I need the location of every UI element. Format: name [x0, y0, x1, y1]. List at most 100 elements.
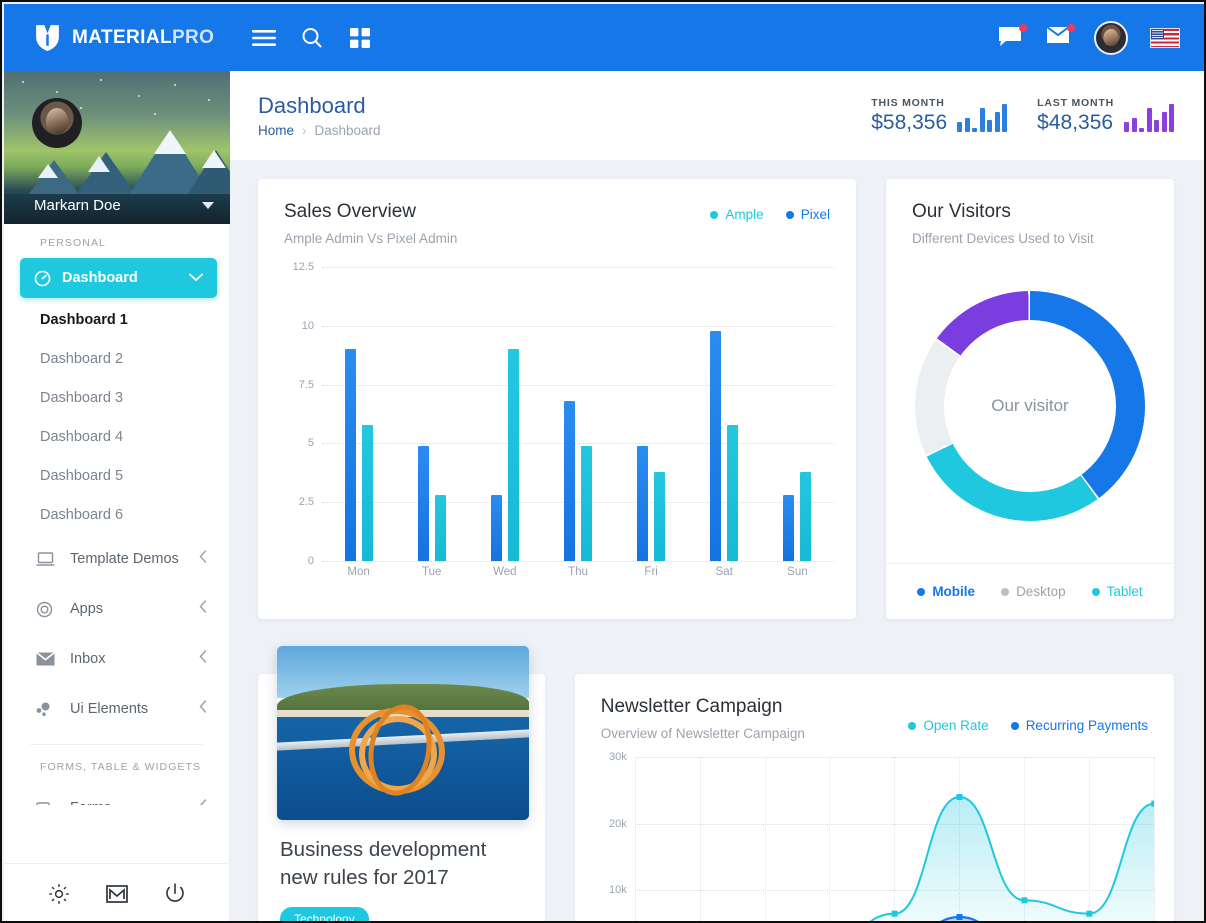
sidebar-subitem-dashboard-1[interactable]: Dashboard 1: [4, 300, 229, 339]
hamburger-menu-icon[interactable]: [250, 24, 278, 52]
visitors-donut-chart: Our visitor: [886, 265, 1174, 547]
legend-item-recurring-payments[interactable]: Recurring Payments: [1010, 718, 1148, 733]
breadcrumb-home[interactable]: Home: [258, 123, 294, 138]
bar-pixel-tue[interactable]: [417, 445, 429, 561]
blog-tag-badge[interactable]: Technology: [280, 907, 369, 921]
chevron-left-icon: [199, 600, 207, 618]
sidebar-profile-dropdown[interactable]: Markarn Doe: [4, 186, 230, 224]
legend-dot-icon: [1010, 721, 1019, 730]
bar-pixel-thu[interactable]: [563, 401, 575, 561]
sidebar-footer: [4, 863, 229, 921]
x-tick: Tue: [422, 566, 442, 578]
us-flag-icon[interactable]: [1150, 27, 1180, 48]
legend-item-tablet[interactable]: Tablet: [1091, 584, 1143, 599]
line-open-rate: [635, 797, 1154, 923]
sales-overview-subtitle: Ample Admin Vs Pixel Admin: [284, 231, 458, 246]
data-point[interactable]: [1086, 910, 1093, 917]
legend-label: Ample: [725, 207, 764, 222]
brand-name-primary: MATERIAL: [72, 26, 172, 48]
sidebar-item-inbox[interactable]: Inbox: [4, 634, 229, 684]
bar-group: [761, 267, 834, 561]
bar-ample-sun[interactable]: [800, 471, 812, 561]
main-content: Dashboard Home › Dashboard THIS MONTH $5…: [230, 71, 1204, 923]
bar-group: [541, 267, 614, 561]
bar-pixel-sun[interactable]: [783, 495, 795, 561]
newsletter-chart: 30k 20k 10k: [597, 751, 1155, 923]
sidebar-subitem-dashboard-3[interactable]: Dashboard 3: [4, 378, 229, 417]
bar-group: [322, 267, 395, 561]
data-point[interactable]: [1021, 897, 1028, 904]
blog-image: [277, 646, 529, 820]
legend-item-open-rate[interactable]: Open Rate: [908, 718, 989, 733]
brand-logo-area[interactable]: MATERIALPRO: [4, 4, 230, 71]
bar-ample-thu[interactable]: [580, 445, 592, 561]
legend-label: Open Rate: [923, 718, 989, 733]
x-tick: Wed: [493, 566, 517, 578]
sidebar-subitem-dashboard-4[interactable]: Dashboard 4: [4, 417, 229, 456]
sidebar-subitem-dashboard-5[interactable]: Dashboard 5: [4, 456, 229, 495]
sidebar-subitem-dashboard-2[interactable]: Dashboard 2: [4, 339, 229, 378]
page-title: Dashboard: [258, 93, 366, 118]
data-point[interactable]: [891, 910, 898, 917]
x-tick: Mon: [347, 566, 370, 578]
legend-dot-icon: [917, 587, 926, 596]
bar-ample-tue[interactable]: [434, 495, 446, 561]
x-tick: Sun: [787, 566, 808, 578]
stat-last-month-label: LAST MONTH: [1037, 96, 1114, 109]
y-tick: 20k: [609, 817, 627, 830]
sidebar-item-dashboard-label: Dashboard: [62, 270, 138, 286]
gear-settings-icon[interactable]: [48, 883, 70, 905]
legend-item-desktop[interactable]: Desktop: [1001, 584, 1066, 599]
sidebar-item-apps[interactable]: Apps: [4, 584, 229, 634]
sales-overview-chart: 12.5 10 7.5 5 2.5 0 Mon Tue Wed Thu Fri …: [284, 261, 834, 585]
power-logout-icon[interactable]: [165, 883, 185, 904]
sales-chart-bars: [322, 267, 834, 561]
bar-ample-mon[interactable]: [361, 424, 373, 561]
sidebar-section-forms: FORMS, TABLE & WIDGETS: [40, 761, 201, 773]
legend-item-pixel[interactable]: Pixel: [785, 207, 830, 222]
bar-ample-wed[interactable]: [507, 349, 519, 561]
avatar[interactable]: [1094, 20, 1128, 55]
bar-pixel-mon[interactable]: [344, 349, 356, 561]
our-visitors-subtitle: Different Devices Used to Visit: [911, 231, 1094, 246]
mail-m-icon[interactable]: [106, 884, 129, 903]
search-icon[interactable]: [298, 24, 326, 52]
comment-notification-icon[interactable]: [998, 23, 1027, 50]
sales-chart-x-axis: Mon Tue Wed Thu Fri Sat Sun: [322, 561, 834, 585]
bar-pixel-fri[interactable]: [637, 445, 649, 561]
sidebar-subitem-dashboard-6[interactable]: Dashboard 6: [4, 495, 229, 534]
content-area: Sales Overview Ample Admin Vs Pixel Admi…: [230, 161, 1204, 923]
bar-pixel-sat[interactable]: [710, 330, 722, 561]
sales-overview-header: Sales Overview Ample Admin Vs Pixel Admi…: [258, 179, 856, 246]
legend-item-ample[interactable]: Ample: [710, 207, 764, 222]
x-tick: Fri: [644, 566, 658, 578]
y-tick: 7.5: [298, 378, 314, 391]
envelope-notification-icon[interactable]: [1046, 23, 1075, 50]
legend-label: Mobile: [932, 584, 976, 599]
blog-card[interactable]: Business development new rules for 2017 …: [258, 646, 545, 921]
y-tick: 2.5: [298, 496, 314, 509]
sidebar-subitem-label: Dashboard 1: [40, 311, 128, 328]
sidebar-item-ui-elements[interactable]: Ui Elements: [4, 684, 229, 734]
sidebar-profile-name: Markarn Doe: [34, 196, 121, 214]
sidebar-avatar[interactable]: [32, 98, 82, 148]
sales-overview-card: Sales Overview Ample Admin Vs Pixel Admi…: [258, 179, 856, 619]
newsletter-subtitle: Overview of Newsletter Campaign: [600, 726, 805, 741]
sidebar-item-dashboard[interactable]: Dashboard: [20, 258, 217, 298]
legend-label: Recurring Payments: [1025, 718, 1148, 733]
data-point[interactable]: [1151, 800, 1154, 807]
sidebar-item-template-demos[interactable]: Template Demos: [4, 534, 229, 584]
bar-ample-fri[interactable]: [654, 471, 666, 561]
bar-ample-sat[interactable]: [727, 424, 739, 561]
grid-apps-icon[interactable]: [346, 24, 374, 52]
sidebar-item-label: Apps: [70, 601, 104, 617]
data-point[interactable]: [956, 794, 963, 800]
legend-item-mobile[interactable]: Mobile: [917, 584, 975, 599]
x-tick: Thu: [568, 566, 588, 578]
sidebar-item-forms[interactable]: Forms: [4, 783, 229, 805]
breadcrumb-separator-icon: ›: [302, 123, 307, 138]
chevron-left-icon: [199, 700, 207, 718]
bar-pixel-wed[interactable]: [490, 495, 502, 561]
data-point[interactable]: [956, 914, 963, 920]
page-header: Dashboard Home › Dashboard THIS MONTH $5…: [230, 71, 1204, 161]
